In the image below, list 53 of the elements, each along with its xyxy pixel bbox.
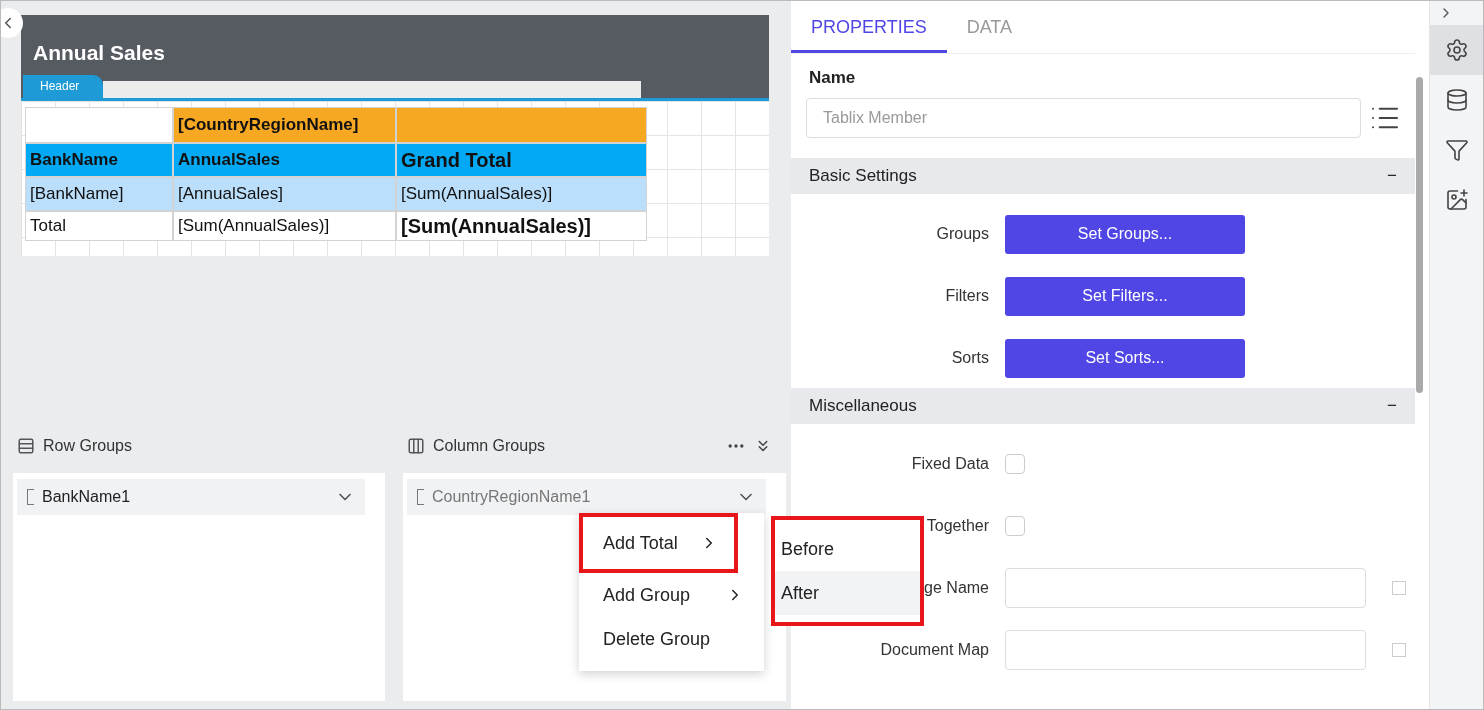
checkbox[interactable]: [1005, 454, 1025, 474]
scrollbar[interactable]: [1416, 77, 1423, 393]
property-label: Document Map: [880, 641, 989, 659]
panel-title: Column Groups: [433, 437, 547, 455]
panel-title: Row Groups: [43, 437, 133, 455]
back-button[interactable]: [1, 8, 23, 38]
collapse-toggle[interactable]: −: [1387, 396, 1397, 416]
set-button[interactable]: Set Groups...: [1005, 214, 1245, 254]
menu-item[interactable]: After: [775, 571, 920, 615]
table-cell: [AnnualSales]: [173, 177, 396, 211]
set-button[interactable]: Set Sorts...: [1005, 338, 1245, 378]
property-label: Together: [926, 517, 989, 535]
gear-icon[interactable]: [1430, 25, 1483, 75]
table-cell: [Sum(AnnualSales)]: [173, 211, 396, 241]
collapse-toggle[interactable]: −: [1387, 166, 1397, 186]
group-label: CountryRegionName1: [432, 488, 592, 506]
checkbox[interactable]: [1005, 516, 1025, 536]
field-label: Name: [808, 67, 857, 89]
checkbox[interactable]: [1392, 643, 1406, 657]
tab[interactable]: PROPERTIES: [791, 1, 947, 53]
group-item[interactable]: CountryRegionName1: [407, 479, 766, 515]
rows-icon: [17, 437, 35, 455]
set-button[interactable]: Set Filters...: [1005, 276, 1245, 316]
menu-item[interactable]: Add Total: [579, 513, 738, 573]
table-cell: Total: [25, 211, 173, 241]
section-header[interactable]: Miscellaneous −: [791, 388, 1415, 424]
section-header[interactable]: Basic Settings −: [791, 158, 1415, 194]
group-item[interactable]: BankName1: [17, 479, 365, 515]
text-field[interactable]: [1005, 568, 1366, 608]
property-label: Sorts: [951, 349, 989, 367]
table-cell: [CountryRegionName]: [173, 107, 396, 143]
property-label: Groups: [936, 225, 989, 243]
menu-item[interactable]: Delete Group: [588, 617, 750, 661]
table-cell: [Sum(AnnualSales)]: [396, 211, 647, 241]
table-cell: BankName: [25, 143, 173, 177]
text-field[interactable]: [1005, 630, 1366, 670]
section-title: Miscellaneous: [809, 396, 917, 416]
property-label: Filters: [945, 287, 989, 305]
property-label: Fixed Data: [911, 455, 989, 473]
bracket-icon: [417, 489, 424, 505]
bracket-icon: [27, 489, 34, 505]
columns-icon: [407, 437, 425, 455]
table-cell: [BankName]: [25, 177, 173, 211]
name-field[interactable]: Tablix Member: [806, 98, 1361, 138]
group-label: BankName1: [42, 488, 132, 506]
report-title: Annual Sales: [32, 41, 166, 65]
property-label: ge Name: [924, 579, 989, 597]
table-cell: Grand Total: [396, 143, 647, 177]
checkbox[interactable]: [1392, 581, 1406, 595]
section-title: Basic Settings: [809, 166, 917, 186]
table-cell: AnnualSales: [173, 143, 396, 177]
table-cell: [Sum(AnnualSales)]: [396, 177, 647, 211]
menu-item[interactable]: Add Group: [588, 573, 750, 617]
